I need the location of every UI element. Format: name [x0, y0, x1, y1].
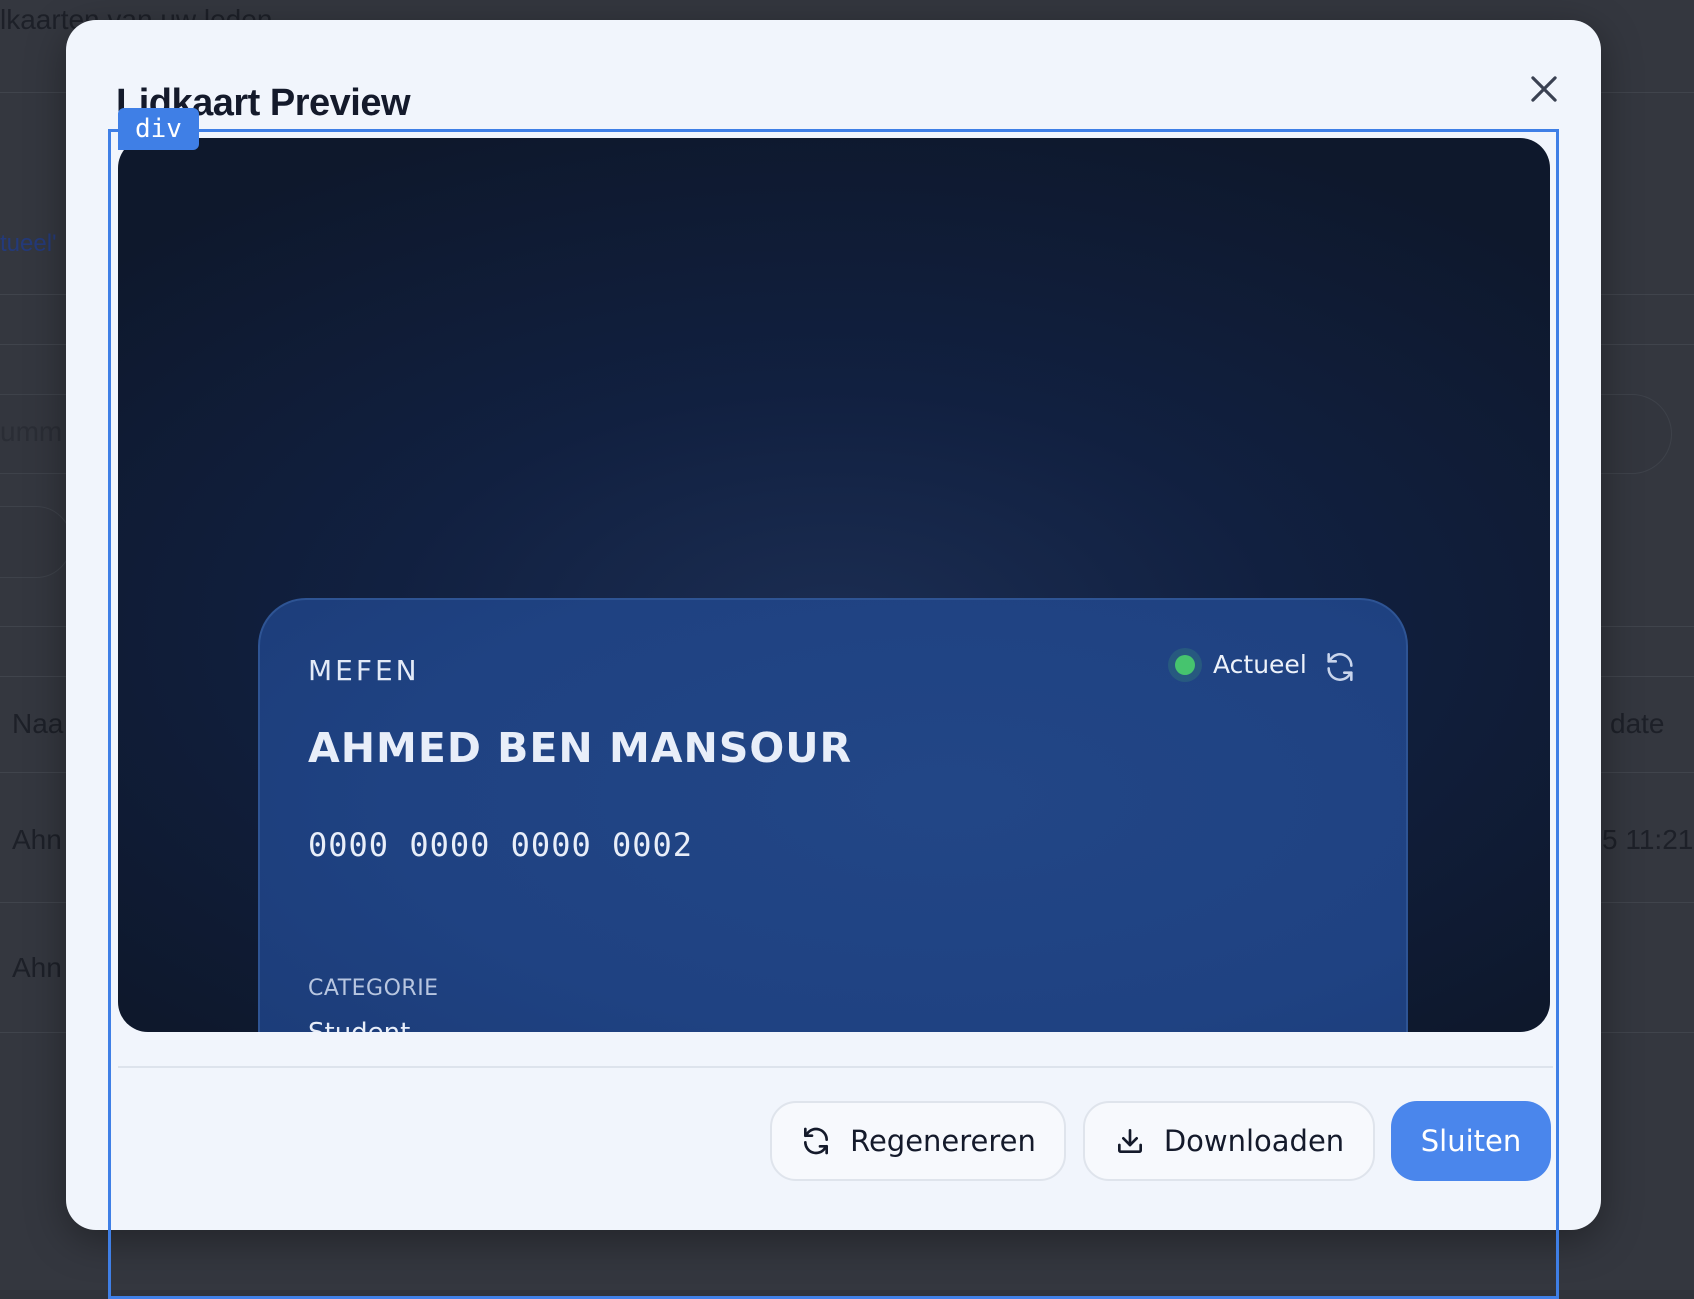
regenerate-icon [804, 1127, 829, 1155]
close-modal-button[interactable]: Sluiten [1391, 1101, 1551, 1181]
member-name: AHMED BEN MANSOUR [308, 724, 853, 772]
close-button[interactable] [1525, 70, 1563, 108]
close-icon [1531, 76, 1557, 102]
download-button[interactable]: Downloaden [1083, 1101, 1375, 1181]
category-value: Student [308, 1018, 410, 1032]
bg-row1-time: 5 11:21 [1602, 824, 1694, 855]
card-number: 0000 0000 0000 0002 [308, 826, 694, 864]
status-dot [1175, 654, 1195, 675]
bg-col-name: Naa [12, 708, 64, 739]
bg-row1-name: Ahn [12, 824, 62, 855]
category-label: CATEGORIE [308, 976, 439, 1001]
bg-filter-select [0, 506, 72, 578]
member-card: MEFEN Actueel AHMED BEN MANSOUR 0000 000… [258, 598, 1408, 1032]
bg-search-text: umm [0, 416, 63, 447]
organization-name: MEFEN [308, 654, 420, 687]
download-icon [1117, 1129, 1142, 1153]
status-badge: Actueel [1168, 650, 1307, 679]
card-preview-stage: MEFEN Actueel AHMED BEN MANSOUR 0000 000… [118, 138, 1550, 1032]
footer-divider [118, 1066, 1553, 1068]
download-label: Downloaden [1163, 1124, 1345, 1158]
bg-col-update: date [1610, 708, 1665, 739]
regenerate-button[interactable]: Regenereren [770, 1101, 1066, 1181]
bg-row2-name: Ahn [12, 952, 62, 983]
close-label: Sluiten [1420, 1124, 1522, 1158]
status-label: Actueel [1213, 650, 1307, 679]
bg-link: tueel' [0, 230, 57, 257]
refresh-icon[interactable] [1323, 650, 1357, 684]
dev-inspector-label: div [118, 108, 199, 150]
card-preview-modal: Lidkaart Preview div MEFEN Actueel AHMED… [66, 20, 1601, 1230]
regenerate-label: Regenereren [850, 1124, 1036, 1158]
